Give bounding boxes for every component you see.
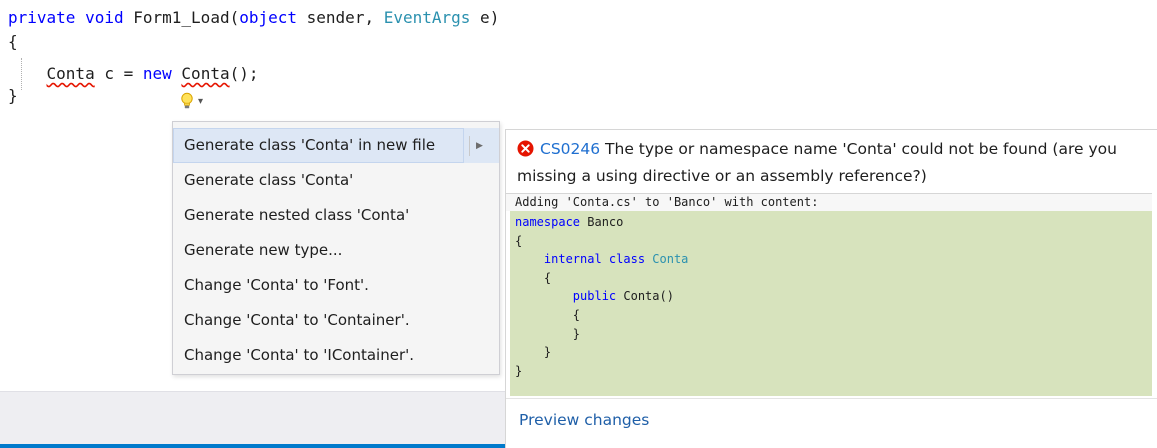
code-line-4[interactable]: } <box>8 84 18 108</box>
error-code-link[interactable]: CS0246 <box>540 140 600 158</box>
chevron-down-icon[interactable]: ▾ <box>198 96 203 107</box>
code-preview-line: namespace Banco <box>510 213 1152 232</box>
keyword-void: void <box>85 8 124 27</box>
code-preview-line: } <box>515 363 523 378</box>
code-preview-line: { <box>515 307 581 322</box>
menu-item-change-to-container[interactable]: Change 'Conta' to 'Container'. <box>173 303 499 338</box>
var-decl: c = <box>94 64 143 83</box>
menu-item-generate-new-type[interactable]: Generate new type... <box>173 233 499 268</box>
error-icon <box>517 140 534 164</box>
constructor-name: Conta() <box>616 289 674 304</box>
error-squiggle-type[interactable]: Conta <box>47 64 95 83</box>
param-sender: sender, <box>297 8 384 27</box>
menu-item-generate-class-new-file[interactable]: Generate class 'Conta' in new file ▶ <box>173 128 499 163</box>
menu-item-label: Generate class 'Conta' in new file <box>184 136 436 154</box>
quick-actions-menu: Generate class 'Conta' in new file ▶ Gen… <box>172 121 500 375</box>
keyword-public: public <box>515 289 617 304</box>
code-line-3[interactable]: Conta c = new Conta(); <box>8 62 259 86</box>
keyword-new: new <box>142 64 172 83</box>
divider <box>506 398 1157 399</box>
method-name: Form1_Load( <box>133 8 240 27</box>
class-name: Conta <box>652 252 689 267</box>
menu-item-generate-nested-class[interactable]: Generate nested class 'Conta' <box>173 198 499 233</box>
status-accent-bar <box>0 444 505 448</box>
param-e: e) <box>470 8 500 27</box>
code-preview-line: internal class Conta <box>510 250 1152 269</box>
preview-adding-header: Adding 'Conta.cs' to 'Banco' with conten… <box>506 193 1152 211</box>
code-preview-line: { <box>515 270 552 285</box>
error-description: CS0246 The type or namespace name 'Conta… <box>517 137 1147 188</box>
code-line-1[interactable]: private void Form1_Load(object sender, E… <box>8 6 499 30</box>
menu-item-change-to-font[interactable]: Change 'Conta' to 'Font'. <box>173 268 499 303</box>
keyword-namespace: namespace <box>515 215 581 229</box>
namespace-name: Banco <box>580 215 624 229</box>
keyword-object: object <box>239 8 298 27</box>
keyword-private: private <box>8 8 76 27</box>
code-preview-line: { <box>515 233 523 248</box>
error-squiggle-ctor[interactable]: Conta <box>181 64 229 83</box>
lightbulb-icon <box>180 92 194 110</box>
code-preview-line: public Conta() <box>510 287 1152 306</box>
quick-actions-button[interactable]: ▾ <box>176 88 226 114</box>
code-preview-line: } <box>515 326 581 341</box>
preview-changes-link[interactable]: Preview changes <box>519 408 649 432</box>
preview-code-block: namespace Banco { internal class Conta {… <box>510 211 1152 396</box>
menu-item-generate-class[interactable]: Generate class 'Conta' <box>173 163 499 198</box>
code-preview-line: } <box>515 345 552 360</box>
type-eventargs: EventArgs <box>383 8 471 27</box>
statement-end: (); <box>229 64 259 83</box>
menu-item-change-to-icontainer[interactable]: Change 'Conta' to 'IContainer'. <box>173 338 499 373</box>
error-message: The type or namespace name 'Conta' could… <box>517 140 1117 185</box>
keyword-internal-class: internal class <box>515 252 653 267</box>
preview-panel: CS0246 The type or namespace name 'Conta… <box>505 129 1157 448</box>
submenu-arrow-icon[interactable]: ▶ <box>469 136 489 156</box>
code-line-2[interactable]: { <box>8 30 18 54</box>
